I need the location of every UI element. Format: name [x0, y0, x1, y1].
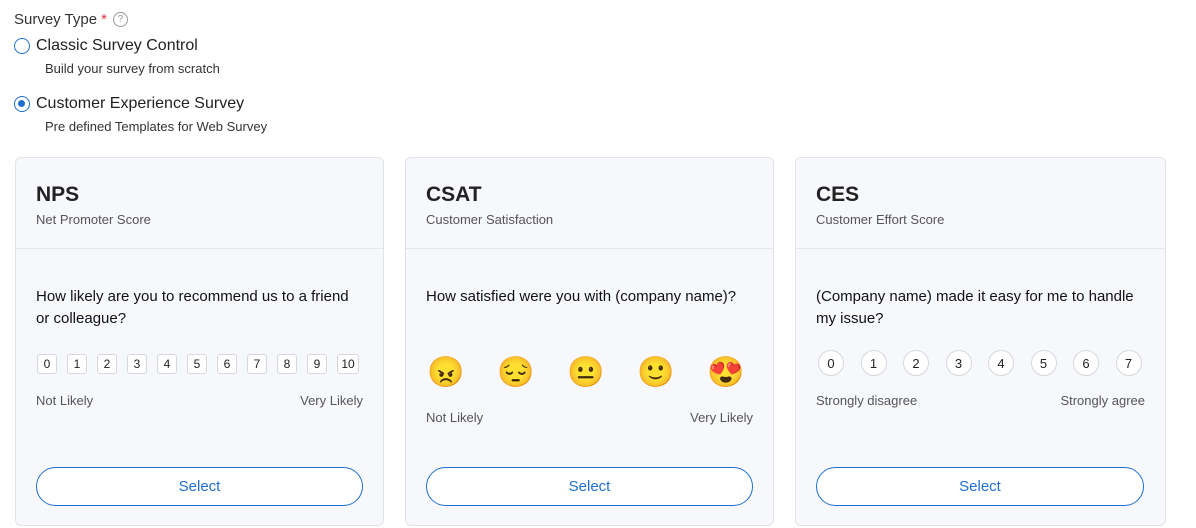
scale-option: 2 [97, 354, 117, 374]
scale-option: 2 [903, 350, 929, 376]
scale-option: 6 [217, 354, 237, 374]
scale-option: 5 [187, 354, 207, 374]
scale-option: 10 [337, 354, 359, 374]
card-question: How likely are you to recommend us to a … [36, 288, 349, 327]
neutral-face-icon: 😐 [567, 355, 605, 389]
scale-option: 0 [37, 354, 57, 374]
scale-option: 4 [157, 354, 177, 374]
high-label: Very Likely [300, 393, 363, 408]
radio-description: Build your survey from scratch [45, 61, 220, 76]
radio-customer-experience-survey[interactable]: Customer Experience Survey [14, 95, 244, 113]
select-button[interactable]: Select [426, 467, 753, 506]
csat-emoji-scale: 😠 😔 😐 🙂 😍 [427, 355, 745, 389]
scale-option: 7 [1115, 350, 1142, 376]
scale-option: 6 [1073, 350, 1099, 376]
scale-option: 8 [277, 354, 297, 374]
scale-option: 0 [818, 350, 844, 376]
scale-option: 7 [247, 354, 267, 374]
pensive-face-icon: 😔 [497, 355, 535, 389]
radio-button-checked-icon[interactable] [14, 96, 30, 112]
card-title: NPS [36, 183, 80, 206]
angry-face-icon: 😠 [427, 355, 465, 389]
card-subtitle: Customer Effort Score [816, 212, 945, 227]
ces-scale: 0 1 2 3 4 5 6 7 [818, 350, 1142, 376]
ces-card[interactable]: CES Customer Effort Score (Company name)… [795, 157, 1166, 526]
scale-option: 4 [988, 350, 1014, 376]
card-subtitle: Customer Satisfaction [426, 212, 554, 227]
scale-option: 9 [307, 354, 327, 374]
nps-card[interactable]: NPS Net Promoter Score How likely are yo… [15, 157, 384, 526]
card-title: CES [816, 183, 860, 206]
radio-label[interactable]: Classic Survey Control [36, 37, 198, 55]
required-mark: * [101, 11, 107, 28]
scale-option: 5 [1030, 350, 1057, 376]
low-label: Not Likely [36, 393, 94, 408]
heart-eyes-face-icon: 😍 [707, 355, 745, 389]
radio-classic-survey[interactable]: Classic Survey Control [14, 37, 198, 55]
card-question: (Company name) made it easy for me to ha… [816, 288, 1134, 327]
select-button[interactable]: Select [816, 467, 1144, 506]
help-icon[interactable]: ? [112, 12, 128, 27]
scale-option: 3 [127, 354, 147, 374]
survey-type-label: Survey Type * ? [14, 11, 128, 28]
field-label: Survey Type [14, 11, 98, 28]
smiling-face-icon: 🙂 [637, 355, 675, 389]
low-label: Strongly disagree [816, 393, 918, 408]
high-label: Very Likely [690, 410, 753, 425]
card-subtitle: Net Promoter Score [36, 212, 151, 227]
scale-option: 1 [860, 350, 887, 376]
select-button[interactable]: Select [36, 467, 363, 506]
radio-description: Pre defined Templates for Web Survey [45, 119, 268, 134]
card-title: CSAT [426, 183, 482, 206]
nps-scale: 0 1 2 3 4 5 6 7 8 9 10 [37, 354, 359, 374]
card-question: How satisfied were you with (company nam… [426, 288, 737, 305]
low-label: Not Likely [426, 410, 484, 425]
high-label: Strongly agree [1060, 393, 1145, 408]
radio-label[interactable]: Customer Experience Survey [36, 95, 244, 113]
csat-card[interactable]: CSAT Customer Satisfaction How satisfied… [405, 157, 774, 526]
scale-option: 3 [945, 350, 972, 376]
radio-button-icon[interactable] [14, 38, 30, 54]
scale-option: 1 [67, 354, 87, 374]
